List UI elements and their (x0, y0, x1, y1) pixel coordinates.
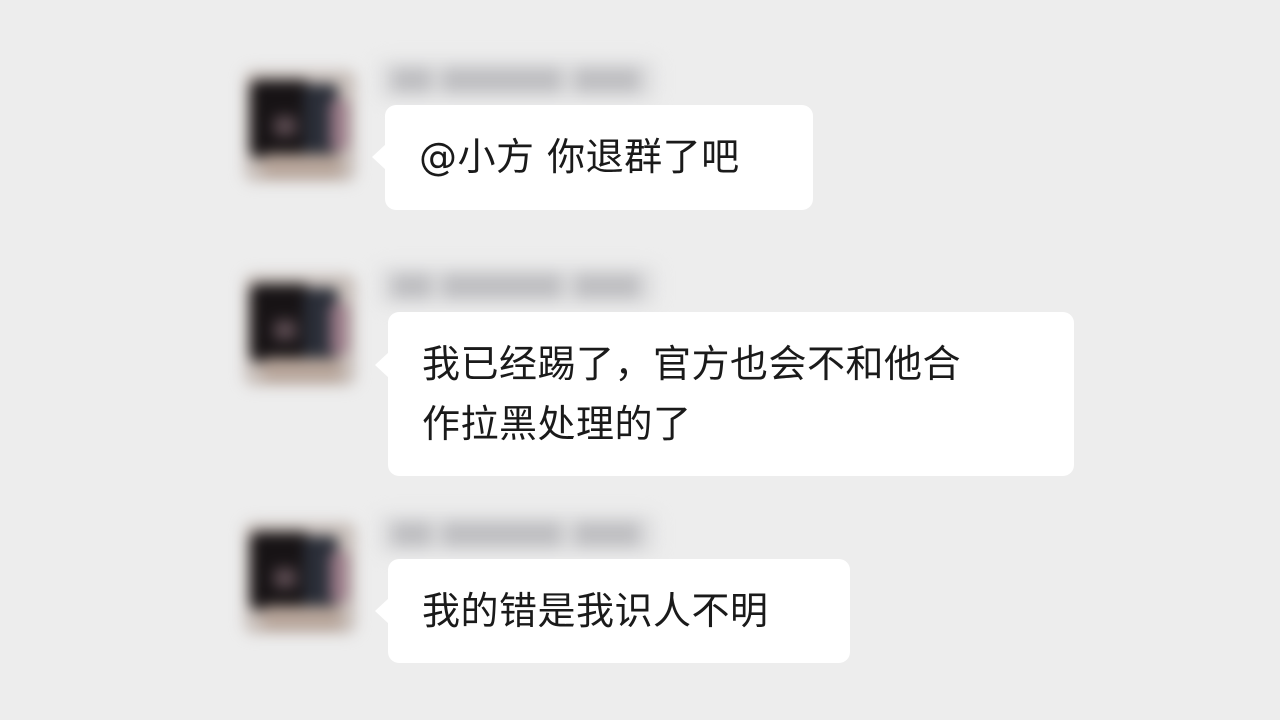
avatar[interactable] (244, 274, 356, 386)
bubble-tail (375, 352, 389, 378)
message-text: @小方 你退群了吧 (419, 135, 740, 179)
bubble-tail (372, 144, 386, 170)
message-text: 我的错是我识人不明 (422, 589, 769, 633)
avatar[interactable] (244, 70, 356, 182)
avatar[interactable] (244, 522, 356, 634)
message-bubble[interactable]: 我已经踢了，官方也会不和他合 作拉黑处理的了 (375, 312, 1074, 476)
message-bubble[interactable]: 我的错是我识人不明 (375, 559, 850, 663)
sender-name (378, 60, 656, 100)
sender-name (378, 514, 656, 554)
sender-name (378, 266, 656, 306)
bubble-tail (375, 598, 389, 624)
message-bubble[interactable]: @小方 你退群了吧 (372, 105, 813, 210)
message-text: 我已经踢了，官方也会不和他合 作拉黑处理的了 (422, 342, 962, 446)
chat-window: @小方 你退群了吧 我已经踢了，官方也会不和他合 作拉黑处理的了 我的错是我识人… (0, 0, 1280, 720)
